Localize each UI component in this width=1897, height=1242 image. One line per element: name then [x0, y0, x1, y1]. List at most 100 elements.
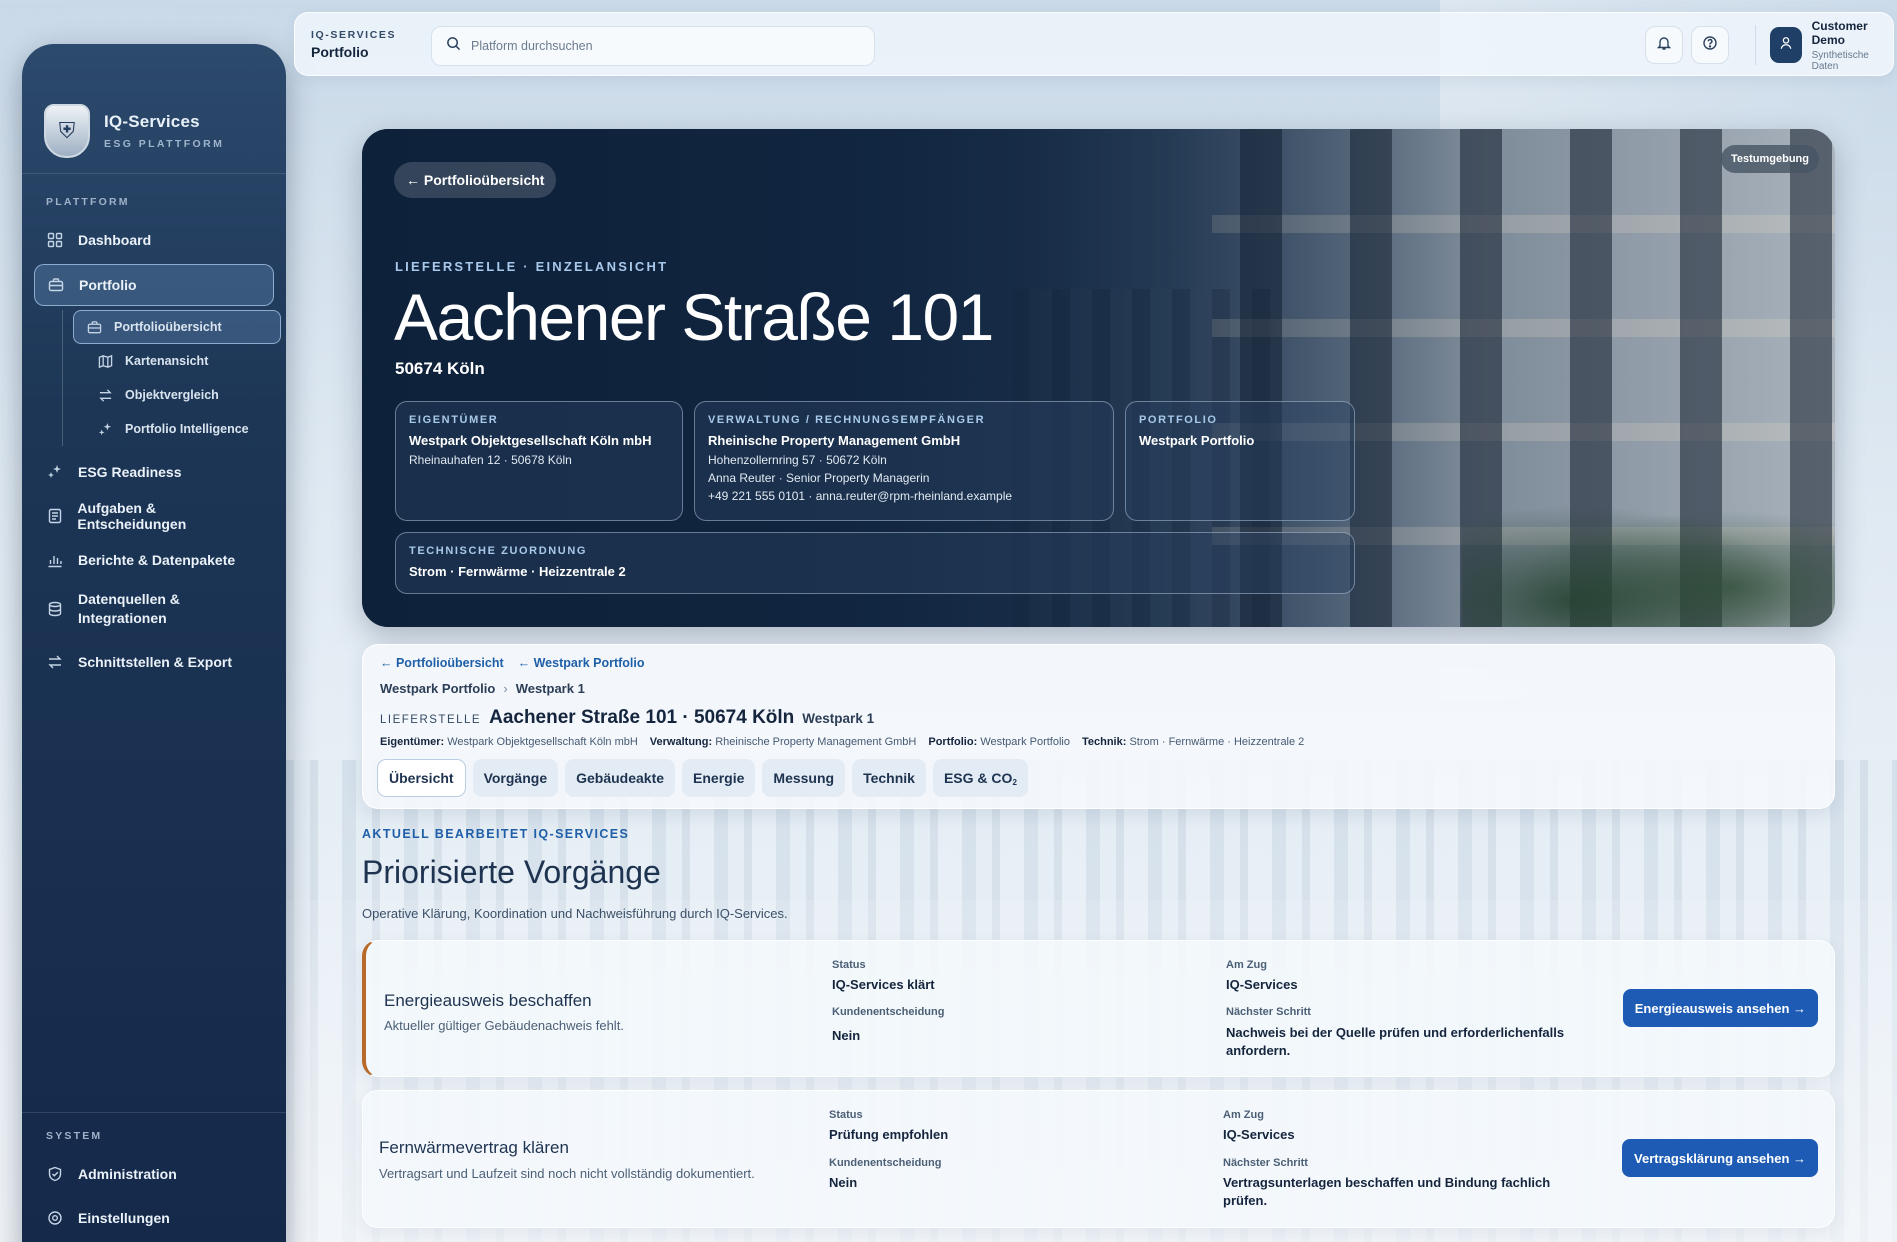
breadcrumb: Westpark Portfolio › Westpark 1 [380, 681, 585, 696]
contract-clarification-button[interactable]: Vertragsklärung ansehen → [1622, 1139, 1818, 1177]
next-value: Vertragsunterlagen beschaffen und Bindun… [1223, 1175, 1551, 1209]
meta-management-key: Verwaltung: [649, 736, 713, 748]
process-title: Energieausweis beschaffen [384, 991, 592, 1010]
user-icon [1779, 36, 1793, 55]
meta-management: Verwaltung: Rheinische Property Manageme… [650, 736, 917, 748]
breadcrumb-object[interactable]: Westpark 1 [516, 681, 585, 696]
next-value: Nachweis bei der Quelle prüfen und erfor… [1226, 1025, 1565, 1059]
notifications-button[interactable] [1645, 26, 1683, 64]
management-card: VERWALTUNG / RECHNUNGSEMPFÄNGER Rheinisc… [694, 401, 1114, 521]
subnav-item-object-comparison[interactable]: Objektvergleich [85, 378, 286, 412]
sidebar-item-tasks-decisions[interactable]: Aufgaben & Entscheidungen [34, 494, 274, 538]
process-description: Vertragsart und Laufzeit sind noch nicht… [379, 1166, 755, 1181]
sidebar-item-data-sources[interactable]: Datenquellen & Integrationen [34, 582, 274, 636]
top-bar: IQ-SERVICES Portfolio Customer Demo Synt… [294, 12, 1894, 76]
portfolio-subnav: Portfolioübersicht Kartenansicht Objektv… [62, 310, 286, 446]
meta-owner-key: Eigentümer: [380, 736, 445, 748]
management-address: Hohenzollernring 57 · 50672 Köln [708, 453, 887, 467]
decision-value: Nein [829, 1175, 858, 1190]
back-links: ← Portfolioübersicht ← Westpark Portfoli… [380, 656, 645, 670]
user-menu[interactable]: Customer Demo Synthetische Daten [1755, 19, 1893, 72]
link-westpark-portfolio[interactable]: ← Westpark Portfolio [518, 656, 645, 670]
meta-technik: Technik: Strom · Fernwärme · Heizzentral… [1082, 736, 1304, 748]
topbar-page-label: Portfolio [311, 44, 369, 60]
environment-badge: Testumgebung [1720, 145, 1819, 173]
sidebar-item-settings[interactable]: Einstellungen [34, 1196, 274, 1240]
hero-title: Aachener Straße 101 [394, 280, 994, 354]
turn-value: IQ-Services [1226, 977, 1298, 992]
processes-kicker: AKTUELL BEARBEITET IQ-SERVICES [362, 827, 630, 841]
sidebar-item-reports[interactable]: Berichte & Datenpakete [34, 538, 274, 582]
shield-icon [46, 1165, 64, 1183]
brand[interactable]: ⛨ IQ-Services ESG PLATTFORM [22, 44, 286, 174]
process-card[interactable]: Fernwärmevertrag klären Vertragsart und … [362, 1090, 1835, 1228]
tab-building-file[interactable]: Gebäudeakte [565, 759, 676, 797]
sidebar-item-label: Datenquellen & Integrationen [78, 591, 180, 626]
turn-label: Am Zug [1226, 959, 1267, 971]
processes-description: Operative Klärung, Koordination und Nach… [362, 906, 788, 921]
clipboard-icon [46, 507, 63, 525]
back-to-portfolio-button[interactable]: ← Portfolioübersicht [394, 162, 557, 198]
tab-measurement[interactable]: Messung [762, 759, 846, 797]
link-portfolio-overview[interactable]: ← Portfolioübersicht [380, 656, 504, 670]
process-next-step: Nächster Schritt Nachweis bei der Quelle… [1226, 1006, 1596, 1060]
hero-kicker: LIEFERSTELLE · EINZELANSICHT [395, 259, 669, 274]
user-name: Customer Demo [1811, 18, 1868, 47]
tab-esg-co2-label: ESG & CO [943, 770, 1013, 786]
avatar [1770, 27, 1802, 63]
search-input[interactable] [471, 39, 851, 53]
crest-logo-icon: ⛨ [44, 103, 90, 158]
process-decision: Kundenentscheidung Nein [829, 1157, 941, 1192]
sidebar-item-administration[interactable]: Administration [34, 1152, 274, 1196]
page-title: LIEFERSTELLE Aachener Straße 101 · 50674… [380, 707, 874, 729]
sidebar-item-esg-readiness[interactable]: ESG Readiness [34, 450, 274, 494]
topbar-app-label: IQ-SERVICES [311, 29, 397, 41]
next-label: Nächster Schritt [1223, 1157, 1308, 1169]
briefcase-icon [86, 319, 102, 335]
tab-technology[interactable]: Technik [852, 759, 926, 797]
management-label: VERWALTUNG / RECHNUNGSEMPFÄNGER [708, 414, 986, 426]
portfolio-label: PORTFOLIO [1139, 414, 1218, 426]
meta-portfolio-value: Westpark Portfolio [980, 736, 1070, 748]
sidebar-item-portfolio[interactable]: Portfolio [34, 264, 274, 306]
sidebar-item-dashboard[interactable]: Dashboard [34, 218, 274, 262]
subnav-item-portfolio-overview[interactable]: Portfolioübersicht [73, 310, 281, 344]
meta-technik-value: Strom · Fernwärme · Heizzentrale 2 [1129, 736, 1305, 748]
meta-owner-value: Westpark Objektgesellschaft Köln mbH [447, 736, 638, 748]
sparkle-icon [46, 463, 64, 481]
technical-label: TECHNISCHE ZUORDNUNG [409, 545, 588, 557]
brand-subtitle: ESG PLATTFORM [104, 137, 225, 150]
owner-name: Westpark Objektgesellschaft Köln mbH [409, 433, 652, 448]
subnav-item-label: Portfolioübersicht [114, 320, 222, 334]
page-title-main: Aachener Straße 101 · 50674 Köln [489, 707, 795, 728]
tab-overview[interactable]: Übersicht [377, 759, 466, 797]
subnav-item-label: Kartenansicht [125, 354, 209, 368]
tab-esg-co2[interactable]: ESG & CO 2 [932, 759, 1028, 797]
energy-certificate-button[interactable]: Energieausweis ansehen → [1622, 989, 1818, 1027]
sidebar-item-interfaces-export[interactable]: Schnittstellen & Export [34, 640, 274, 684]
process-card[interactable]: Energieausweis beschaffen Aktueller gült… [362, 940, 1835, 1077]
management-phone: +49 221 555 0101 · anna.reuter@rpm-rhein… [708, 489, 1013, 503]
sidebar-item-label: Dashboard [78, 232, 152, 248]
turn-label: Am Zug [1223, 1109, 1264, 1121]
tab-processes[interactable]: Vorgänge [472, 759, 559, 797]
process-turn: Am Zug IQ-Services [1223, 1109, 1295, 1144]
sidebar-item-label: Portfolio [79, 277, 137, 293]
grid-icon [46, 231, 64, 249]
tab-esg-co2-subscript: 2 [1012, 777, 1017, 787]
brand-title: IQ-Services [104, 111, 200, 131]
portfolio-card: PORTFOLIO Westpark Portfolio [1125, 401, 1355, 521]
hero-city: 50674 Köln [395, 359, 485, 378]
subnav-item-portfolio-intelligence[interactable]: Portfolio Intelligence [85, 412, 286, 446]
next-label: Nächster Schritt [1226, 1006, 1311, 1018]
search-box[interactable] [431, 26, 875, 66]
arrows-icon [97, 387, 113, 403]
breadcrumb-portfolio[interactable]: Westpark Portfolio [380, 681, 495, 696]
subnav-item-map-view[interactable]: Kartenansicht [85, 344, 286, 378]
meta-technik-key: Technik: [1081, 736, 1127, 748]
decision-value: Nein [832, 1028, 861, 1043]
portfolio-name: Westpark Portfolio [1139, 433, 1255, 448]
gear-icon [46, 1209, 64, 1227]
help-button[interactable] [1691, 26, 1729, 64]
tab-energy[interactable]: Energie [682, 759, 756, 797]
